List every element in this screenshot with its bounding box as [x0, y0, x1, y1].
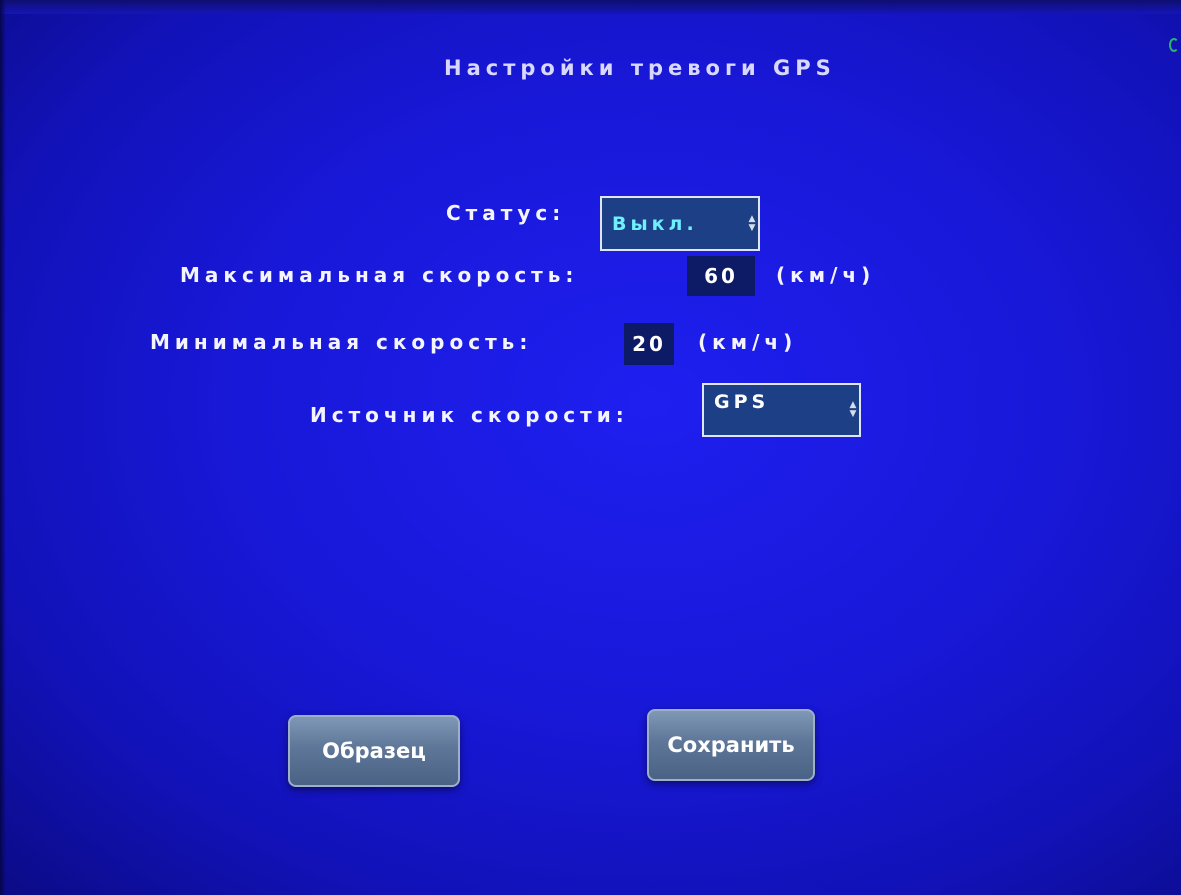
page-title: Настройки тревоги GPS [444, 56, 836, 80]
status-select[interactable]: Выкл. ▲ ▼ [600, 196, 760, 251]
save-button[interactable]: Сохранить [647, 709, 815, 781]
sample-button[interactable]: Образец [288, 715, 460, 787]
screen-bezel-left [0, 0, 6, 895]
corner-indicator-icon [1169, 38, 1179, 52]
speed-source-select-value: GPS [714, 391, 770, 413]
min-speed-unit: (км/ч) [698, 330, 798, 354]
spin-arrows-icon[interactable]: ▲ ▼ [746, 198, 758, 249]
min-speed-label: Минимальная скорость: [150, 330, 533, 354]
status-select-value: Выкл. [612, 212, 698, 235]
screen-bezel-top [0, 0, 1181, 14]
max-speed-label: Максимальная скорость: [180, 263, 579, 287]
status-label: Статус: [446, 201, 566, 225]
speed-source-select[interactable]: GPS ▲ ▼ [702, 383, 861, 437]
gps-alarm-settings-screen: Настройки тревоги GPS Статус: Выкл. ▲ ▼ М… [0, 0, 1181, 895]
max-speed-input[interactable]: 60 [687, 256, 755, 296]
max-speed-unit: (км/ч) [776, 263, 876, 287]
spin-arrows-icon[interactable]: ▲ ▼ [847, 385, 859, 435]
speed-source-label: Источник скорости: [310, 403, 629, 427]
min-speed-input[interactable]: 20 [624, 323, 674, 365]
